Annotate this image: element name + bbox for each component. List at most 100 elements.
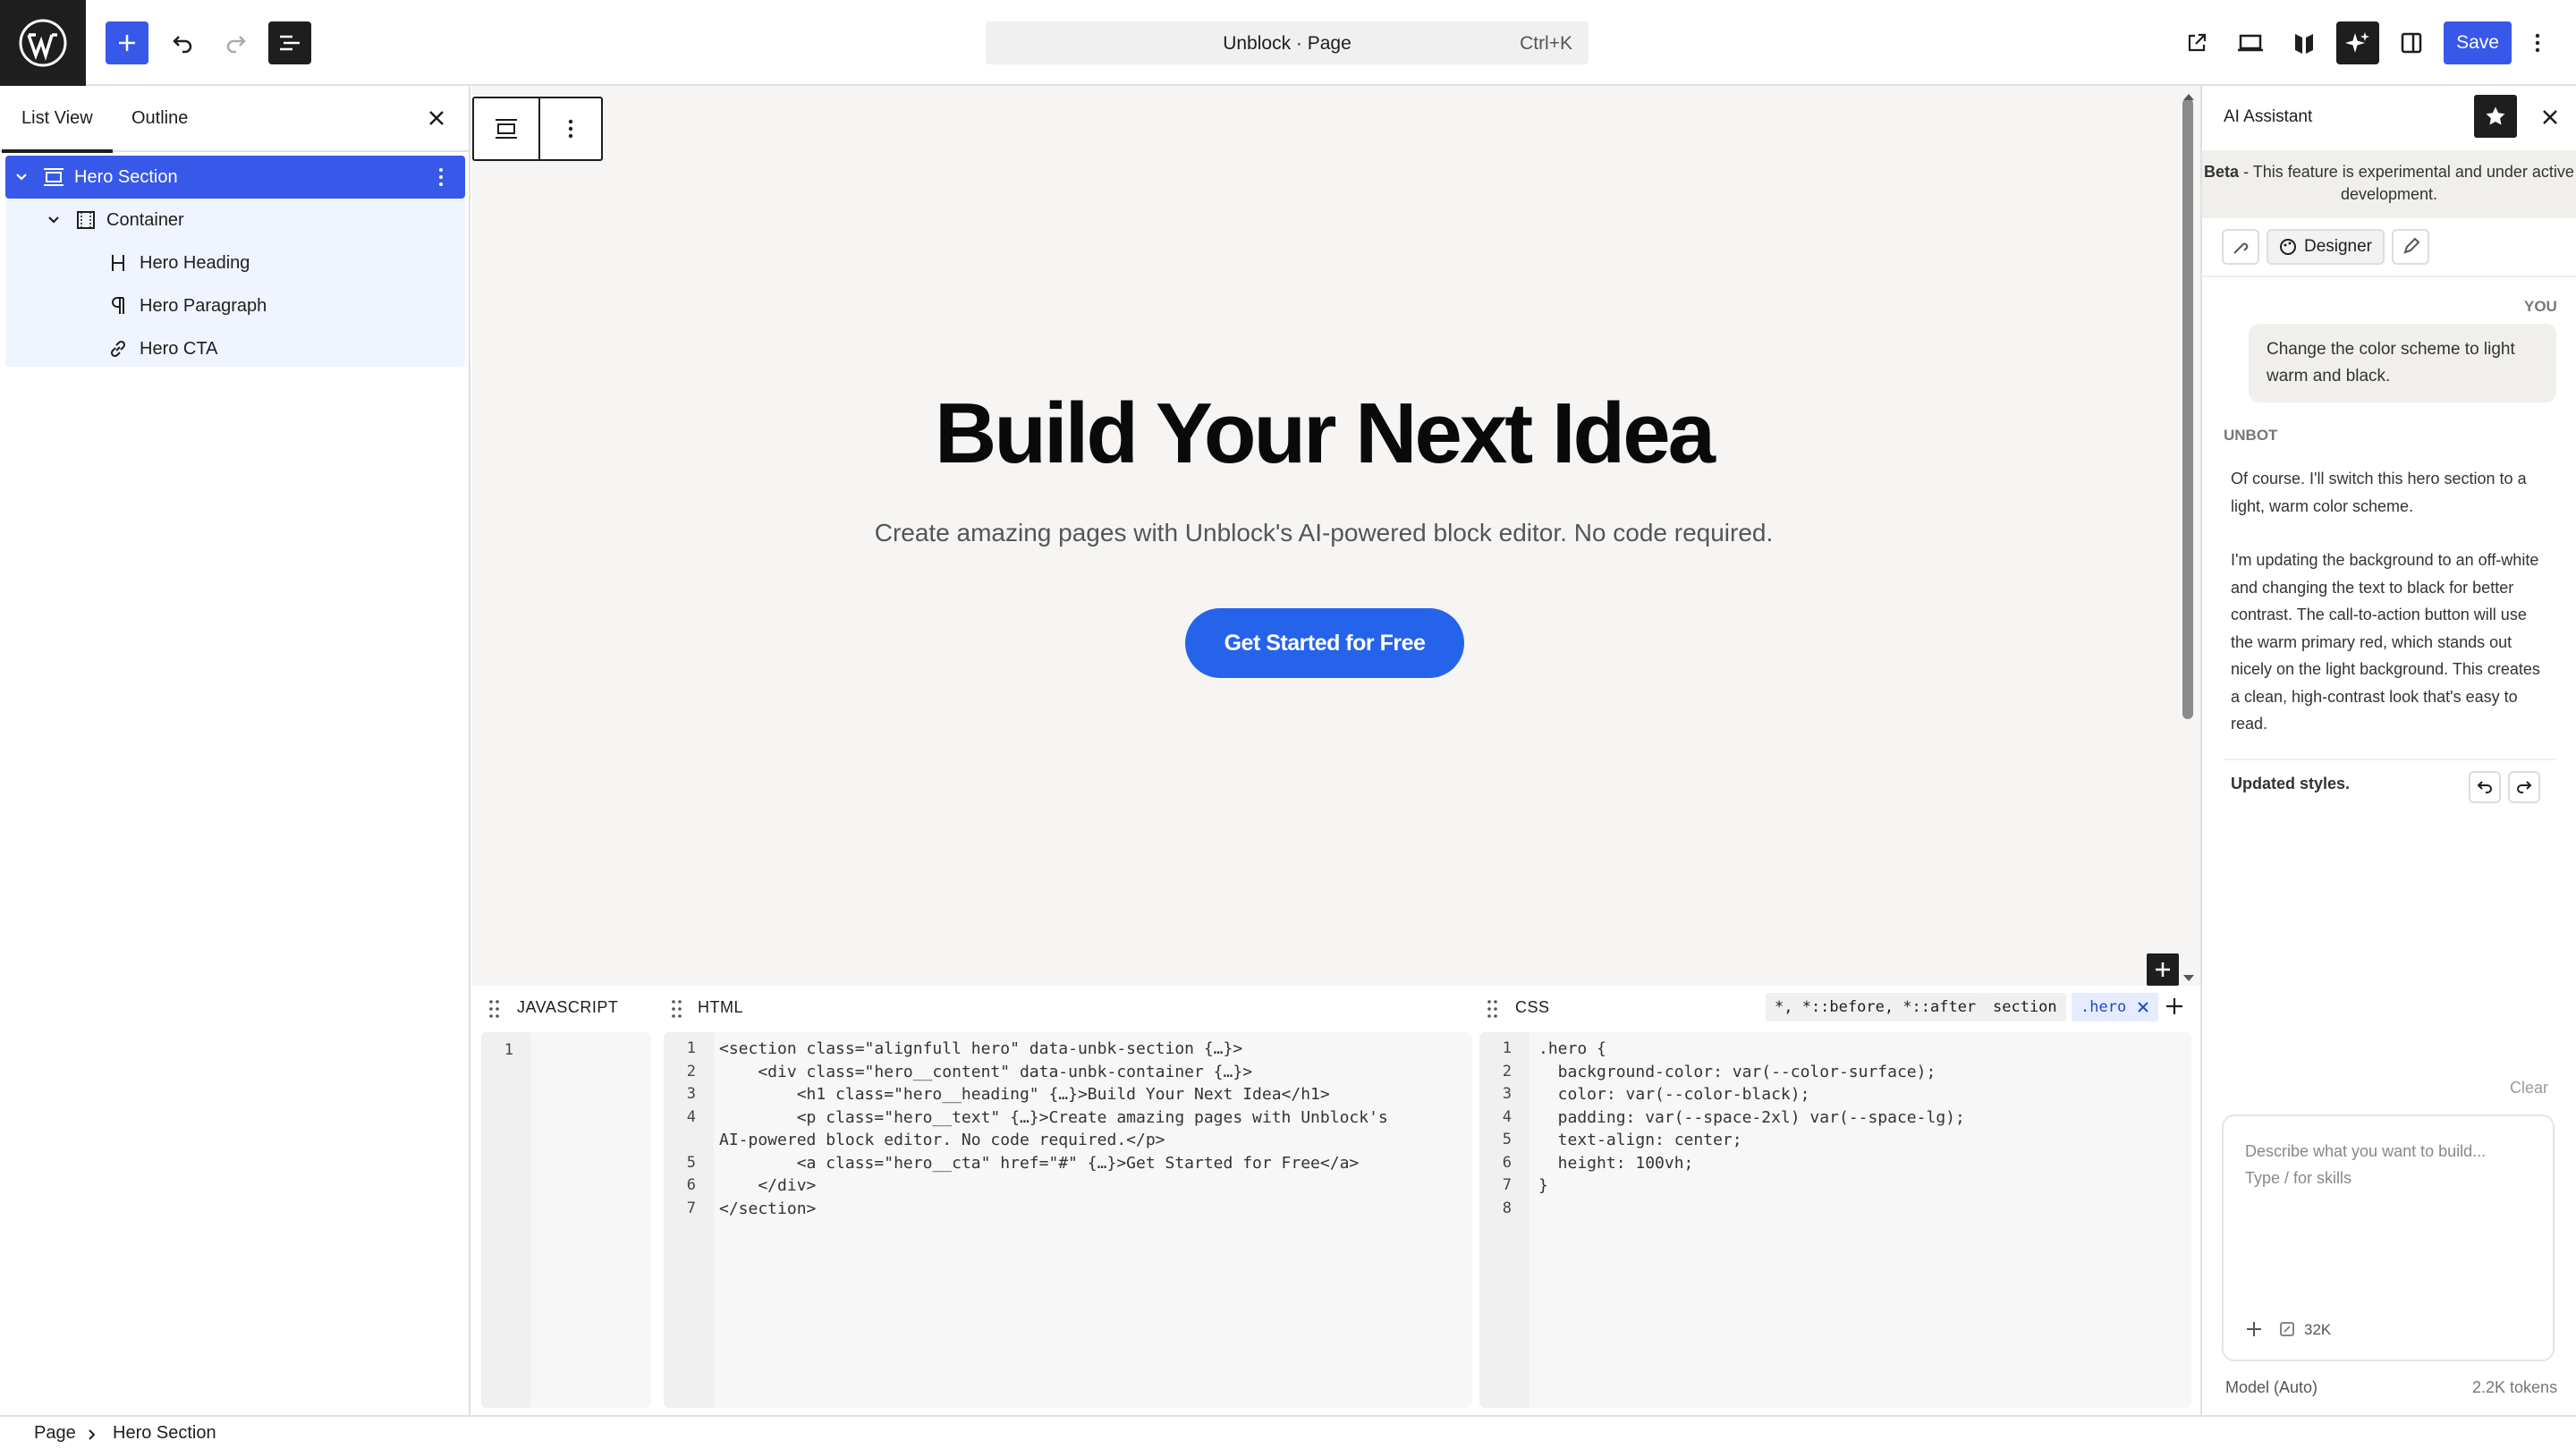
save-button[interactable]: Save: [2444, 21, 2512, 64]
add-block-button[interactable]: [106, 21, 148, 64]
drag-handle-icon[interactable]: [488, 998, 501, 1020]
more-options-icon[interactable]: [438, 166, 444, 193]
line-number: 8: [1502, 1199, 1512, 1217]
user-message: Change the color scheme to light warm an…: [2249, 324, 2556, 402]
html-panel-title: HTML: [698, 998, 743, 1016]
updated-styles-label: Updated styles.: [2231, 775, 2351, 792]
code-line[interactable]: .hero {: [1538, 1039, 1606, 1058]
drag-handle-icon[interactable]: [1487, 998, 1499, 1020]
close-icon[interactable]: [426, 107, 447, 129]
document-overview-button[interactable]: [268, 21, 311, 64]
line-number: 1: [686, 1039, 696, 1057]
tab-outline[interactable]: Outline: [131, 108, 188, 129]
star-icon[interactable]: [2474, 95, 2517, 138]
code-line[interactable]: </div>: [719, 1176, 816, 1195]
divider: [538, 98, 540, 159]
edit-mode-button[interactable]: [2392, 229, 2429, 265]
tree-label: Hero Paragraph: [140, 295, 267, 316]
section-icon[interactable]: [494, 118, 519, 144]
shortcut-hint: Ctrl+K: [1520, 33, 1572, 54]
code-line[interactable]: text-align: center;: [1538, 1131, 1742, 1149]
undo-button[interactable]: [161, 21, 204, 64]
chevron-down-icon[interactable]: [43, 209, 64, 231]
tree-item-hero-section[interactable]: Hero Section: [5, 156, 465, 199]
bot-message: Of course. I'll switch this hero section…: [2231, 465, 2544, 738]
code-line[interactable]: <p class="hero__text" {…}>Create amazing…: [719, 1108, 1388, 1127]
line-number: 5: [686, 1153, 696, 1172]
clear-button[interactable]: Clear: [2510, 1079, 2548, 1097]
code-line[interactable]: <h1 class="hero__heading" {…}>Build Your…: [719, 1085, 1330, 1104]
tree-item-hero-heading[interactable]: Hero Heading: [5, 242, 465, 284]
drag-handle-icon[interactable]: [671, 998, 683, 1020]
css-panel-title: CSS: [1515, 998, 1550, 1016]
breadcrumb-item-page[interactable]: Page: [34, 1423, 76, 1444]
line-number: 3: [686, 1085, 696, 1103]
more-options-icon[interactable]: [2524, 21, 2551, 64]
line-number: 3: [1502, 1085, 1512, 1103]
token-count: 2.2K tokens: [2472, 1378, 2558, 1396]
close-icon[interactable]: [2540, 107, 2560, 131]
breadcrumb-item-hero-section[interactable]: Hero Section: [113, 1423, 216, 1444]
redo-change-button[interactable]: [2508, 771, 2540, 803]
css-editor[interactable]: 1 .hero {2 background-color: var(--color-…: [1479, 1032, 2191, 1408]
external-link-icon[interactable]: [2175, 21, 2218, 64]
code-line[interactable]: <a class="hero__cta" href="#" {…}>Get St…: [719, 1154, 1360, 1173]
hero-cta-button[interactable]: Get Started for Free: [1185, 608, 1464, 678]
javascript-editor[interactable]: 1: [481, 1032, 651, 1408]
breadcrumb: Page Hero Section: [0, 1415, 2576, 1449]
divider: [2224, 758, 2556, 760]
top-toolbar: Unblock · Page Ctrl+K Save: [0, 0, 2576, 86]
more-options-icon[interactable]: [568, 118, 573, 144]
beta-label: Beta: [2204, 163, 2240, 181]
tree-label: Hero Heading: [140, 252, 250, 273]
code-line[interactable]: AI-powered block editor. No code require…: [719, 1131, 1165, 1149]
code-line[interactable]: <section class="alignfull hero" data-unb…: [719, 1039, 1242, 1058]
code-line[interactable]: </section>: [719, 1199, 816, 1218]
code-line[interactable]: height: 100vh;: [1538, 1154, 1694, 1173]
insert-block-button[interactable]: [2147, 953, 2179, 986]
device-preview-icon[interactable]: [2229, 21, 2272, 64]
code-line[interactable]: padding: var(--space-2xl) var(--space-lg…: [1538, 1108, 1965, 1127]
code-line[interactable]: }: [1538, 1176, 1548, 1195]
settings-sidebar-icon[interactable]: [2390, 21, 2433, 64]
chevron-down-icon[interactable]: [11, 166, 32, 188]
tree-item-hero-cta[interactable]: Hero CTA: [5, 327, 465, 370]
tree-label: Container: [106, 209, 184, 230]
ai-sparkle-icon[interactable]: [2336, 21, 2379, 64]
hero-heading[interactable]: Build Your Next Idea: [472, 385, 2175, 483]
line-number: 4: [686, 1107, 696, 1126]
tree-item-hero-paragraph[interactable]: Hero Paragraph: [5, 284, 465, 327]
link-icon: [106, 336, 131, 361]
heading-icon: [106, 250, 131, 275]
css-selector-chip-active[interactable]: .hero: [2072, 993, 2159, 1021]
designer-mode-button[interactable]: Designer: [2267, 229, 2385, 265]
attach-plus-icon[interactable]: [2245, 1320, 2263, 1343]
tree-item-container[interactable]: Container: [5, 199, 465, 242]
model-selector[interactable]: Model (Auto): [2225, 1378, 2318, 1397]
line-number: 2: [1502, 1062, 1512, 1080]
container-icon: [73, 208, 98, 233]
close-icon[interactable]: [2137, 1000, 2149, 1018]
tab-list-view[interactable]: List View: [2, 108, 113, 153]
placeholder-line: Describe what you want to build...: [2245, 1142, 2487, 1160]
tools-mode-button[interactable]: [2222, 229, 2259, 265]
unblock-logo-icon[interactable]: [2283, 21, 2326, 64]
prompt-input[interactable]: Describe what you want to build... Type /…: [2222, 1114, 2555, 1361]
context-icon[interactable]: [2279, 1321, 2295, 1342]
html-editor[interactable]: 1 <section class="alignfull hero" data-un…: [664, 1032, 1472, 1408]
add-selector-icon[interactable]: [2165, 996, 2184, 1021]
wordpress-logo-icon[interactable]: [0, 0, 86, 86]
undo-change-button[interactable]: [2469, 771, 2501, 803]
css-selector-chip[interactable]: section: [1984, 993, 2066, 1021]
canvas-scrollbar[interactable]: [2182, 98, 2193, 719]
block-toolbar: [472, 97, 603, 161]
command-palette[interactable]: Unblock · Page Ctrl+K: [986, 21, 1589, 64]
code-line[interactable]: color: var(--color-black);: [1538, 1085, 1810, 1104]
code-line[interactable]: <div class="hero__content" data-unbk-con…: [719, 1063, 1252, 1081]
css-selector-chip[interactable]: *, *::before, *::after: [1766, 993, 1986, 1021]
hero-paragraph[interactable]: Create amazing pages with Unblock's AI-p…: [472, 519, 2175, 547]
context-size: 32K: [2304, 1321, 2332, 1338]
code-line[interactable]: background-color: var(--color-surface);: [1538, 1063, 1936, 1081]
scroll-up-icon[interactable]: [2182, 89, 2195, 106]
redo-button[interactable]: [215, 21, 258, 64]
